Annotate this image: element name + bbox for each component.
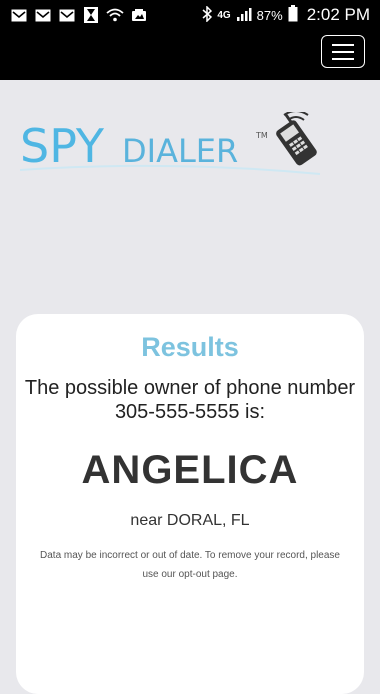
logo-spy-text: SPY xyxy=(20,119,105,173)
owner-name: ANGELICA xyxy=(81,448,299,492)
photo-icon xyxy=(130,7,148,23)
bluetooth-icon xyxy=(202,4,213,25)
owner-location: near DORAL, FL xyxy=(130,512,250,529)
system-status: 4G 87% 2:02 PM xyxy=(202,4,370,26)
owner-line-2: 305-555-5555 is: xyxy=(114,401,266,423)
status-bar: 4G 87% 2:02 PM xyxy=(0,0,380,30)
hamburger-menu-button[interactable] xyxy=(321,35,365,68)
signal-icon xyxy=(236,7,252,24)
results-heading: Results xyxy=(141,332,239,362)
clock: 2:02 PM xyxy=(306,5,370,24)
wifi-icon xyxy=(106,7,124,23)
battery-percent: 87% xyxy=(256,7,283,23)
hourglass-icon xyxy=(82,7,100,23)
gmail-icon xyxy=(10,7,28,23)
logo-dialer-text: DIALER xyxy=(122,132,238,170)
hamburger-line xyxy=(332,50,354,53)
disclaimer-line-1: Data may be incorrect or out of date. To… xyxy=(40,550,340,561)
phone-icon xyxy=(276,113,317,166)
hamburger-line xyxy=(332,57,354,60)
logo-trademark: TM xyxy=(255,131,268,140)
disclaimer: Data may be incorrect or out of date. To… xyxy=(30,546,350,584)
owner-line-1: The possible owner of phone number xyxy=(24,377,356,399)
top-nav xyxy=(0,30,380,80)
notification-icons xyxy=(10,5,148,25)
disclaimer-line-2[interactable]: use our opt-out page. xyxy=(30,565,350,584)
results-card: Results The possible owner of phone numb… xyxy=(16,314,364,694)
network-type: 4G xyxy=(217,9,231,21)
hamburger-line xyxy=(332,43,354,46)
battery-icon xyxy=(288,5,298,25)
owner-description: The possible owner of phone number 305-5… xyxy=(16,376,364,424)
gmail-icon xyxy=(58,7,76,23)
gmail-icon xyxy=(34,7,52,23)
spydialer-logo[interactable]: SPY DIALER TM xyxy=(19,110,325,192)
